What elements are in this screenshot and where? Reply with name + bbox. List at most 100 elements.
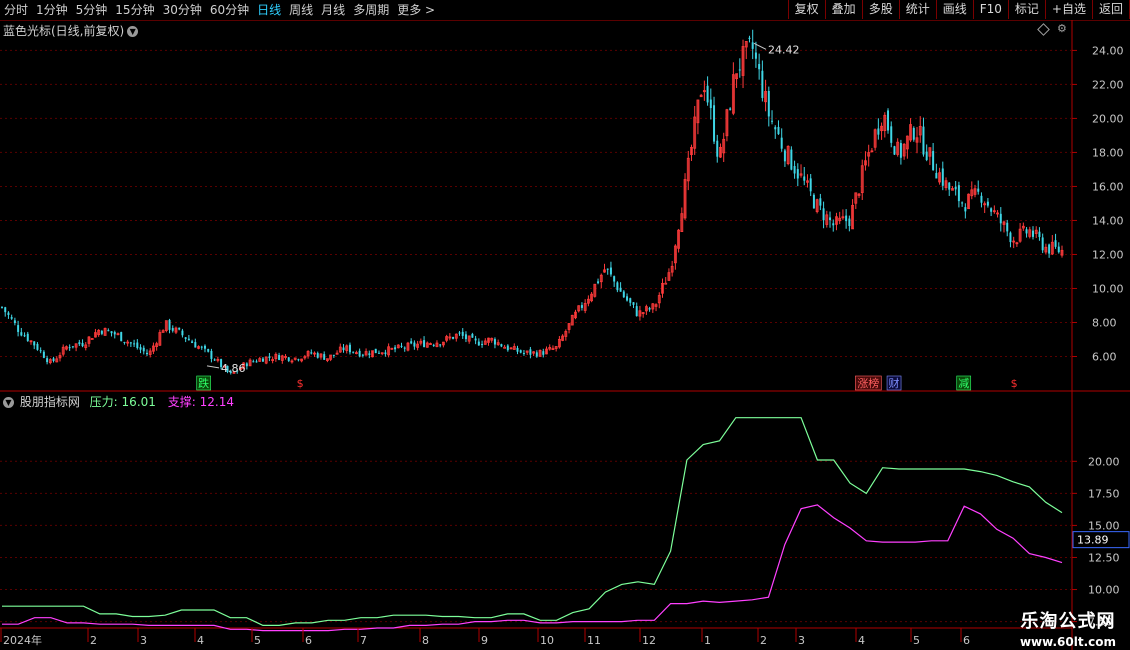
candle-body-down xyxy=(606,268,609,270)
candle-body-down xyxy=(803,176,806,181)
candle-body-down xyxy=(961,202,964,204)
candle-body-down xyxy=(181,330,184,336)
candle-body-down xyxy=(1038,231,1041,238)
indicator-tick-label: 20.00 xyxy=(1088,455,1120,468)
candle-body-down xyxy=(832,223,835,226)
indicator-tick-label: 10.00 xyxy=(1088,584,1120,597)
x-tick-label: 7 xyxy=(360,634,367,647)
toolbar-button-8[interactable]: 返回 xyxy=(1091,0,1130,19)
candle-body-down xyxy=(464,334,467,340)
candle-body-down xyxy=(706,85,709,103)
candle-body-down xyxy=(352,351,355,353)
toolbar-button-2[interactable]: 多股 xyxy=(861,0,899,19)
candle-body-down xyxy=(922,126,925,155)
candle-body-down xyxy=(890,126,893,143)
candle-body-down xyxy=(194,342,197,348)
candle-body-down xyxy=(20,332,23,336)
toolbar-button-1[interactable]: 叠加 xyxy=(824,0,862,19)
candle-body-down xyxy=(310,352,313,354)
main-tick-label: 18.00 xyxy=(1092,146,1124,159)
candle-body-down xyxy=(941,168,944,186)
candle-body-down xyxy=(619,287,622,292)
toolbar-button-7[interactable]: +自选 xyxy=(1044,0,1092,19)
period-tab-1[interactable]: 1分钟 xyxy=(32,0,72,20)
candle-body-down xyxy=(78,342,81,345)
candle-body-down xyxy=(519,350,522,353)
candle-body-down xyxy=(4,307,7,313)
toolbar-button-6[interactable]: 标记 xyxy=(1007,0,1045,19)
toolbar-button-3[interactable]: 统计 xyxy=(898,0,936,19)
candle-body-down xyxy=(877,128,880,135)
main-tick-label: 16.00 xyxy=(1092,180,1124,193)
candle-body-down xyxy=(42,351,45,358)
watermark-title: 乐淘公式网 xyxy=(1020,611,1116,632)
watermark-url: www.60lt.com xyxy=(1019,635,1116,649)
candle-body-down xyxy=(400,345,403,347)
candle-body-down xyxy=(184,337,187,339)
candle-body-down xyxy=(893,146,896,155)
indicator-tick-label: 17.50 xyxy=(1088,487,1120,500)
x-tick-label: 5 xyxy=(254,634,261,647)
signal-marker: 财 xyxy=(889,376,900,390)
period-tab-7[interactable]: 周线 xyxy=(285,0,317,20)
x-tick-label: 4 xyxy=(197,634,204,647)
chart-canvas[interactable]: 6.008.0010.0012.0014.0016.0018.0020.0022… xyxy=(0,20,1130,650)
indicator-tick-label: 15.00 xyxy=(1088,519,1120,532)
candle-body-down xyxy=(597,281,600,284)
toolbar-buttons: 复权 叠加 多股 统计 画线 F10 标记 +自选 返回 xyxy=(787,0,1130,20)
candle-body-down xyxy=(1025,229,1028,234)
x-tick-label: 6 xyxy=(305,634,312,647)
candle-body-down xyxy=(809,178,812,192)
x-tick-label: 4 xyxy=(858,634,865,647)
x-tick-label: 1 xyxy=(704,634,711,647)
candle-body-down xyxy=(632,302,635,305)
toolbar-button-5[interactable]: F10 xyxy=(972,0,1008,19)
signal-marker: 减 xyxy=(958,377,969,390)
candle-body-down xyxy=(210,350,213,359)
period-tab-9[interactable]: 多周期 xyxy=(349,0,393,20)
candle-body-down xyxy=(171,328,174,331)
period-tab-4[interactable]: 30分钟 xyxy=(159,0,206,20)
candle-body-down xyxy=(751,42,754,49)
x-tick-label: 9 xyxy=(481,634,488,647)
candle-body-down xyxy=(458,332,461,334)
period-tab-6[interactable]: 日线 xyxy=(253,0,285,20)
candle-body-down xyxy=(1,306,3,308)
candle-body-down xyxy=(245,363,248,367)
period-tab-8[interactable]: 月线 xyxy=(317,0,349,20)
x-tick-label: 10 xyxy=(540,634,554,647)
candle-body-down xyxy=(848,218,851,227)
candle-body-down xyxy=(187,338,190,341)
candle-body-down xyxy=(133,343,136,345)
candle-body-down xyxy=(261,358,264,362)
candle-body-down xyxy=(123,341,126,343)
candle-body-down xyxy=(777,126,780,135)
candle-body-down xyxy=(139,347,142,350)
candle-body-down xyxy=(529,349,532,355)
candle-body-down xyxy=(738,69,741,71)
candle-body-up xyxy=(664,282,668,285)
period-tab-2[interactable]: 5分钟 xyxy=(72,0,112,20)
candle-body-down xyxy=(33,341,36,346)
candle-body-down xyxy=(461,331,464,336)
candle-body-down xyxy=(129,342,132,344)
period-tab-5[interactable]: 60分钟 xyxy=(206,0,253,20)
candle-body-down xyxy=(145,352,148,355)
candle-body-down xyxy=(191,341,194,343)
candle-body-down xyxy=(13,320,16,324)
pressure-line xyxy=(2,417,1063,626)
main-tick-label: 22.00 xyxy=(1092,78,1124,91)
period-tab-10[interactable]: 更多 > xyxy=(393,0,439,20)
candle-body-down xyxy=(1057,246,1060,253)
candle-body-down xyxy=(120,332,123,342)
max-price-label: 24.42 xyxy=(768,43,800,56)
period-tab-3[interactable]: 15分钟 xyxy=(111,0,158,20)
toolbar-button-0[interactable]: 复权 xyxy=(787,0,825,19)
candle-body-down xyxy=(71,346,74,348)
toolbar-button-4[interactable]: 画线 xyxy=(935,0,973,19)
candle-body-down xyxy=(542,351,545,355)
period-tab-0[interactable]: 分时 xyxy=(0,0,32,20)
x-tick-label: 3 xyxy=(140,634,147,647)
candle-body-down xyxy=(452,337,455,339)
signal-marker: 跌 xyxy=(198,376,209,390)
